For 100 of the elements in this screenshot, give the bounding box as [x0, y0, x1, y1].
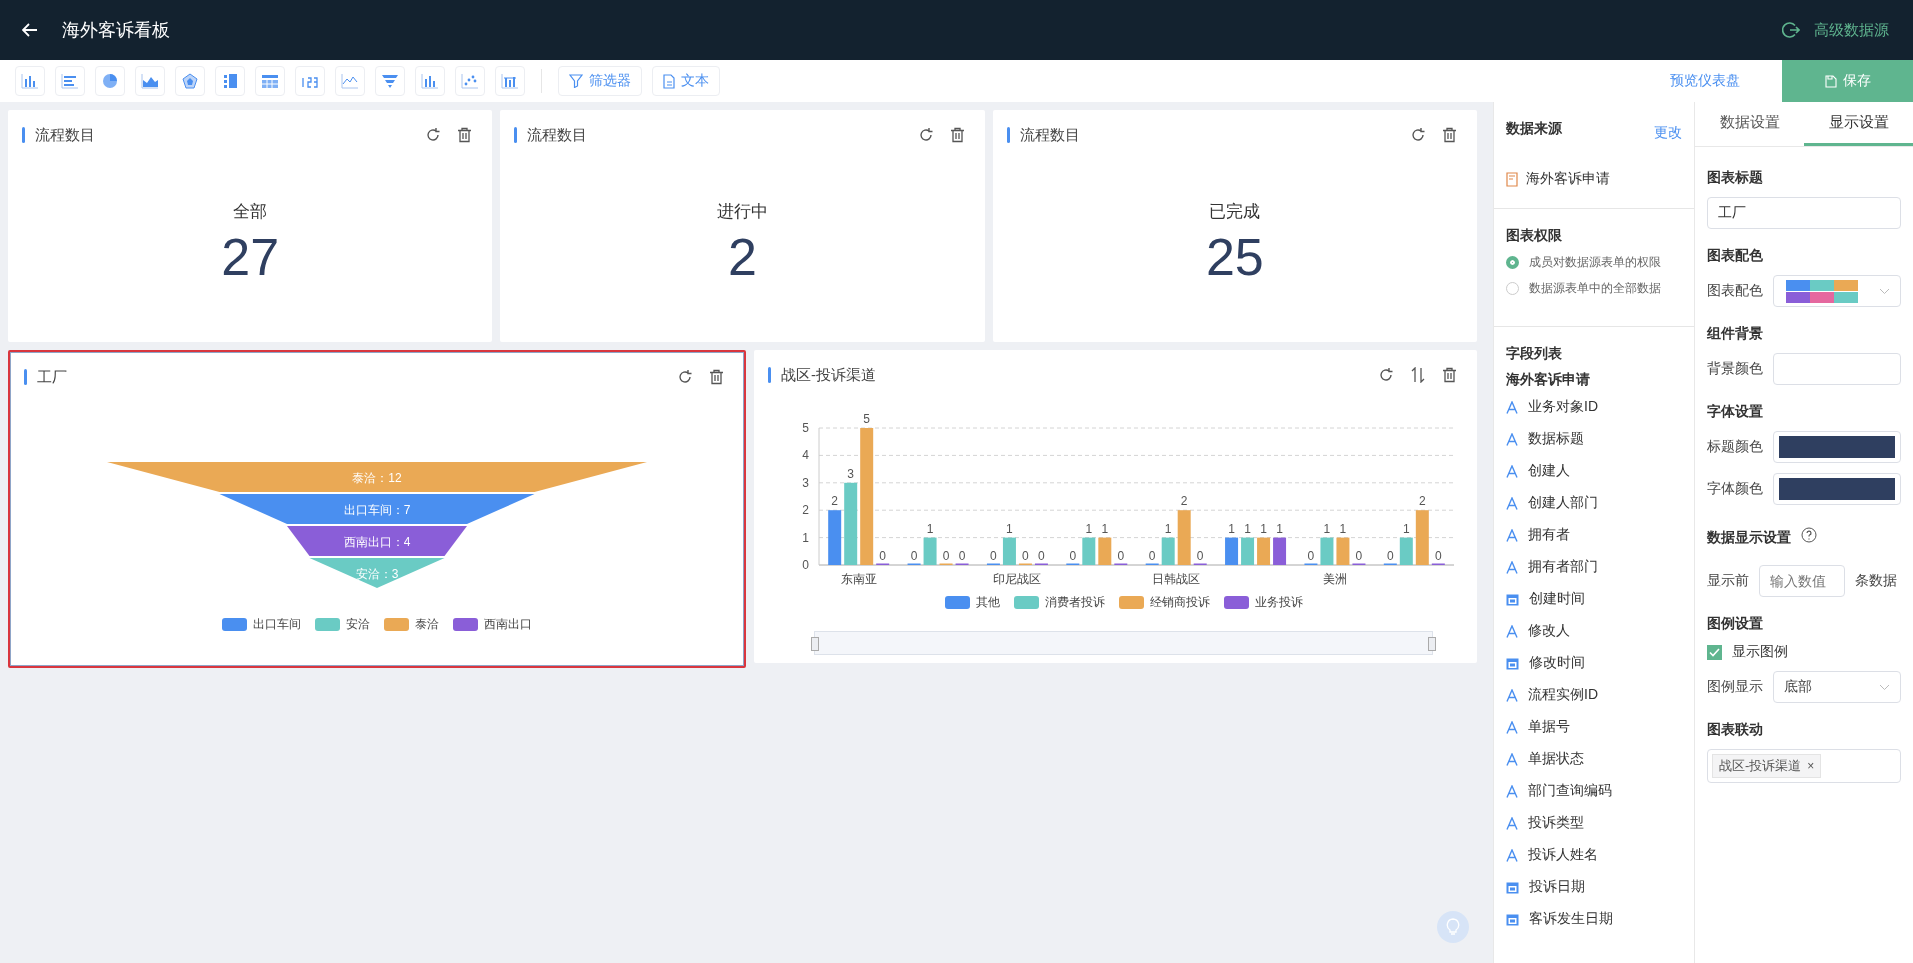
- advanced-datasource-link[interactable]: 高级数据源: [1814, 20, 1889, 40]
- stat-card[interactable]: 流程数目 已完成 25: [992, 110, 1477, 342]
- color-picker[interactable]: [1773, 473, 1901, 505]
- axis-tick-label: 3: [802, 475, 809, 490]
- linkage-field[interactable]: 战区-投诉渠道 ×: [1707, 749, 1901, 783]
- data-label: 2: [1180, 494, 1188, 509]
- color-picker[interactable]: [1773, 353, 1901, 385]
- help-icon[interactable]: [1801, 527, 1817, 543]
- field-label: 图表配色: [1707, 282, 1763, 300]
- text-type-icon: [1506, 688, 1518, 702]
- number-card-button[interactable]: [295, 66, 325, 96]
- pie-chart-button[interactable]: [95, 66, 125, 96]
- stat-label: 已完成: [1209, 201, 1261, 223]
- field-item[interactable]: 数据标题: [1506, 423, 1682, 455]
- chart-title-field[interactable]: 工厂: [1707, 197, 1901, 229]
- field-item[interactable]: 单据状态: [1506, 743, 1682, 775]
- trash-icon[interactable]: [709, 369, 724, 385]
- stat-card[interactable]: 流程数目 全部 27: [8, 110, 493, 342]
- bar: [1399, 537, 1413, 565]
- text-type-icon: [1506, 528, 1518, 542]
- trash-icon[interactable]: [1442, 367, 1457, 383]
- funnel-button[interactable]: [375, 66, 405, 96]
- field-item[interactable]: 创建时间: [1506, 583, 1682, 615]
- bar-chart-button[interactable]: [15, 66, 45, 96]
- color-picker[interactable]: [1773, 431, 1901, 463]
- range-slider[interactable]: [814, 631, 1433, 655]
- segment-label: 安洽：3: [355, 567, 399, 581]
- field-item[interactable]: 创建人: [1506, 455, 1682, 487]
- trash-icon[interactable]: [1442, 127, 1457, 143]
- stat-value: 27: [221, 227, 280, 287]
- data-label: 0: [1307, 549, 1315, 563]
- data-label: 0: [1355, 549, 1363, 563]
- legend-position-select[interactable]: 底部: [1773, 671, 1901, 703]
- field-item[interactable]: 拥有者: [1506, 519, 1682, 551]
- list-button[interactable]: [215, 66, 245, 96]
- bar-chart-card[interactable]: 战区-投诉渠道 0 1 2 3 4 5 2 0 0 0 0 1 0 0 3 1 1 1 1 1 1 1 5 0 0 1 2 1 1 2 0 0 0 0 0 1 0 0 东南亚 印尼战区 日韩战区 美洲 其他 消费者投诉 经销商投诉 业务投诉: [754, 350, 1477, 663]
- trash-icon[interactable]: [457, 127, 473, 143]
- table-button[interactable]: [255, 66, 285, 96]
- stat-card[interactable]: 流程数目 进行中 2: [500, 110, 985, 342]
- grouped-bar-chart-button[interactable]: [415, 66, 445, 96]
- sort-icon[interactable]: [1410, 367, 1426, 383]
- field-item[interactable]: 业务对象ID: [1506, 391, 1682, 423]
- legend-label: 经销商投诉: [1150, 594, 1210, 611]
- field-item[interactable]: 拥有者部门: [1506, 551, 1682, 583]
- bar: [1002, 537, 1016, 565]
- radio-button[interactable]: [1506, 256, 1519, 269]
- refresh-icon[interactable]: [425, 127, 442, 143]
- bar: [923, 537, 937, 565]
- palette-select[interactable]: [1773, 275, 1901, 307]
- field-item[interactable]: 创建人部门: [1506, 487, 1682, 519]
- radar-chart-button[interactable]: [175, 66, 205, 96]
- bar: [1241, 537, 1255, 565]
- field-item[interactable]: 投诉日期: [1506, 871, 1682, 903]
- field-item[interactable]: 修改时间: [1506, 647, 1682, 679]
- trash-icon[interactable]: [949, 127, 965, 143]
- bar: [1098, 537, 1112, 565]
- field-item[interactable]: 部门查询编码: [1506, 775, 1682, 807]
- refresh-icon[interactable]: [677, 369, 693, 385]
- data-label: 1: [1402, 521, 1410, 536]
- text-type-icon: [1506, 432, 1518, 446]
- bar-chart-icon: [20, 72, 40, 90]
- checkbox[interactable]: [1707, 644, 1722, 660]
- remove-tag-button[interactable]: ×: [1807, 759, 1815, 773]
- count-field[interactable]: 输入数值: [1759, 565, 1845, 597]
- funnel-chart-card[interactable]: 工厂 泰洽：12 出口车间：7 西南出口：4 安洽：3 出口车间 安洽 泰洽 西南出口: [8, 350, 746, 668]
- category-label: 东南亚: [840, 572, 877, 586]
- field-item[interactable]: 单据号: [1506, 711, 1682, 743]
- field-label: 标题颜色: [1707, 438, 1763, 456]
- field-item[interactable]: 投诉类型: [1506, 807, 1682, 839]
- card-title: 流程数目: [527, 125, 588, 145]
- refresh-icon[interactable]: [917, 127, 934, 143]
- text-type-icon: [1506, 400, 1518, 414]
- section-heading: 字段列表: [1506, 345, 1563, 363]
- card-title: 流程数目: [35, 125, 95, 145]
- section-heading: 图表标题: [1707, 169, 1764, 187]
- line-chart-button[interactable]: [335, 66, 365, 96]
- field-item[interactable]: 修改人: [1506, 615, 1682, 647]
- field-item[interactable]: 客诉发生日期: [1506, 903, 1682, 935]
- radio-label: 成员对数据源表单的权限: [1529, 254, 1661, 271]
- field-item[interactable]: 流程实例ID: [1506, 679, 1682, 711]
- data-label: 1: [1244, 521, 1251, 536]
- refresh-icon[interactable]: [1378, 367, 1394, 383]
- settings-tab[interactable]: 显示设置: [1804, 102, 1913, 146]
- area-chart-button[interactable]: [135, 66, 165, 96]
- bar: [1177, 510, 1191, 565]
- stat-label: 进行中: [717, 201, 768, 223]
- funnel-icon: [380, 72, 400, 90]
- field-item[interactable]: 投诉人姓名: [1506, 839, 1682, 871]
- chevron-down-icon: [1879, 683, 1890, 691]
- refresh-icon[interactable]: [1410, 127, 1426, 143]
- section-heading: 数据显示设置: [1707, 529, 1791, 547]
- text-type-icon: [1506, 752, 1518, 766]
- settings-tab[interactable]: 数据设置: [1695, 102, 1804, 146]
- data-label: 0: [1196, 549, 1204, 563]
- card-title: 战区-投诉渠道: [781, 365, 876, 385]
- document-icon: [663, 73, 675, 89]
- column-chart-button[interactable]: [495, 66, 525, 96]
- horizontal-bar-chart-button[interactable]: [55, 66, 85, 96]
- section-heading: 组件背景: [1707, 325, 1764, 343]
- text-type-icon: [1506, 784, 1518, 798]
